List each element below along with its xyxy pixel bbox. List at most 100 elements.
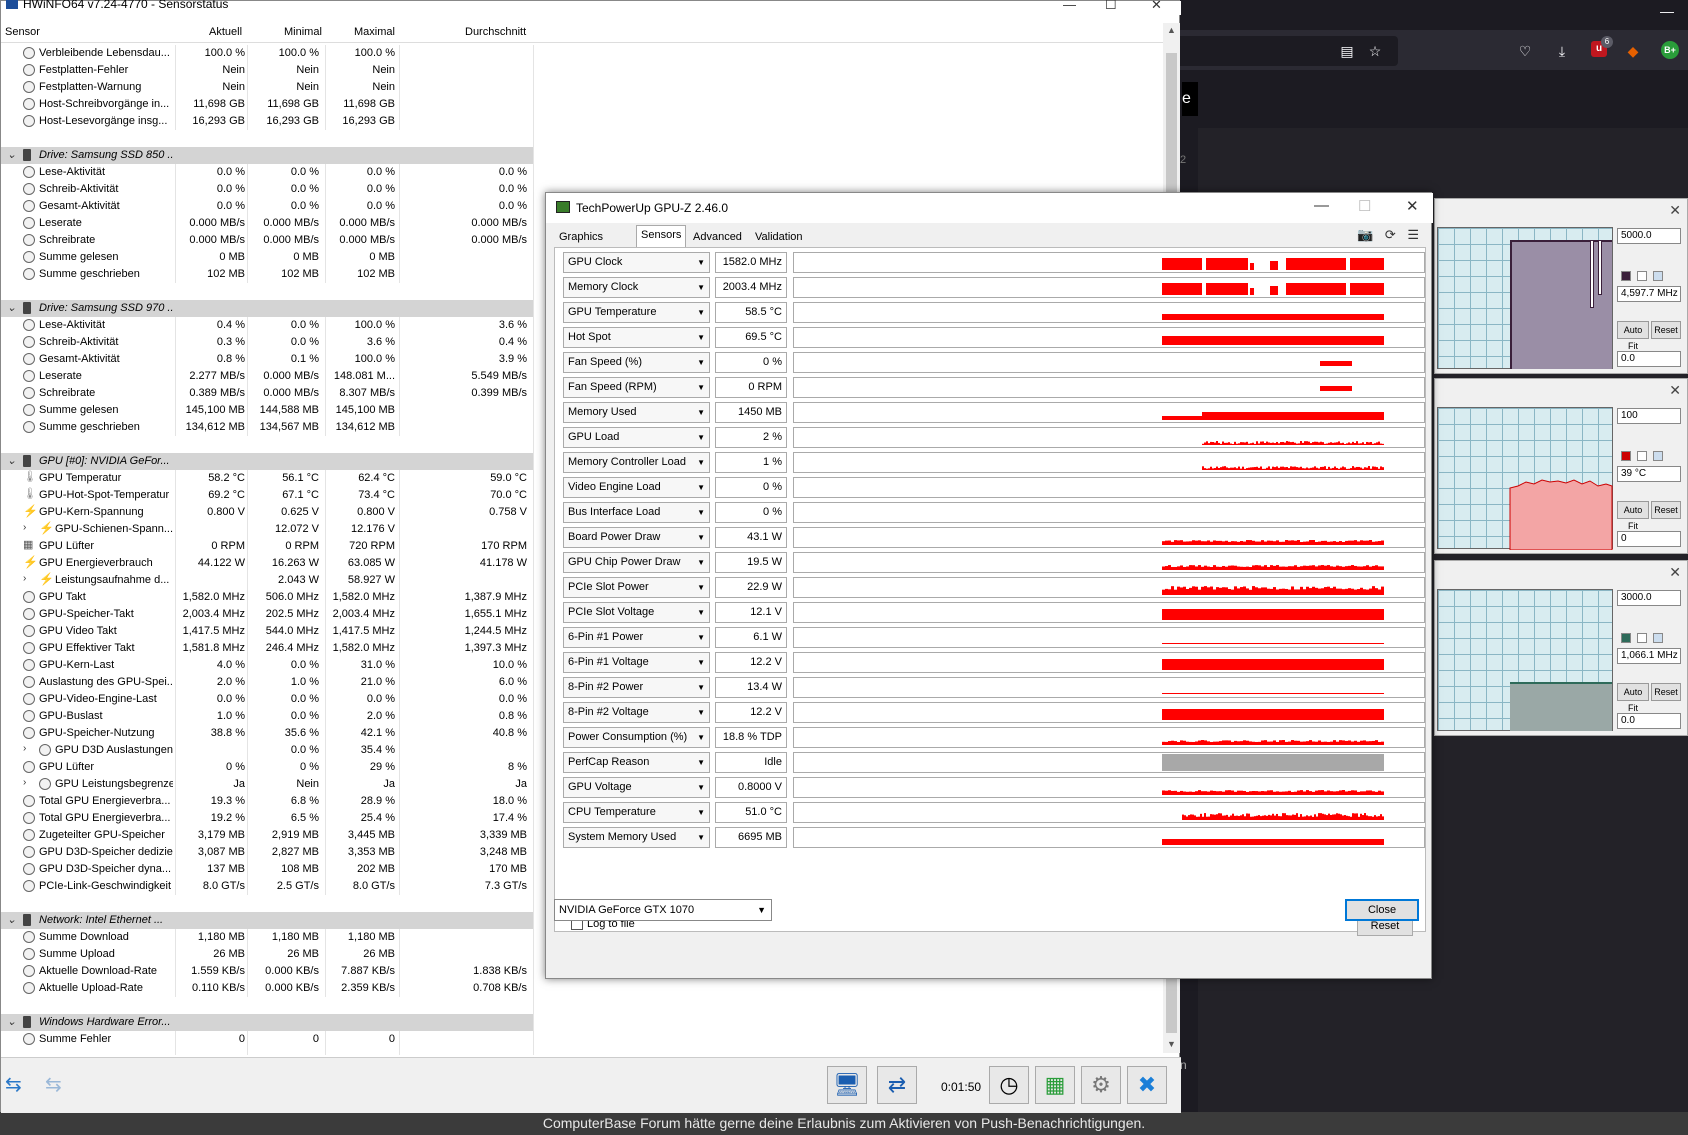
sensor-row[interactable]: 🌡 GPU-Hot-Spot-Temperatur 69.2 °C 67.1 °C 73…: [1, 487, 533, 504]
sensor-row[interactable]: GPU-Buslast 1.0 % 0.0 % 2.0 % 0.8 %: [1, 708, 533, 725]
add-report-icon[interactable]: ▦: [1035, 1066, 1075, 1104]
sensor-group-row[interactable]: ⌄ GPU [#0]: NVIDIA GeFor...: [1, 453, 533, 470]
col-avg[interactable]: Durchschnitt: [465, 26, 526, 38]
reset-button[interactable]: Reset: [1651, 501, 1681, 519]
chevron-right-icon[interactable]: ›: [23, 522, 26, 533]
option-checkbox[interactable]: [1637, 271, 1647, 281]
scroll-up-icon[interactable]: ▲: [1167, 25, 1176, 35]
sensor-label-dropdown[interactable]: System Memory Used ▼: [563, 827, 710, 848]
option-checkbox[interactable]: [1653, 271, 1663, 281]
downloads-icon[interactable]: ⤓: [1553, 42, 1571, 60]
sensor-row[interactable]: GPU Effektiver Takt 1,581.8 MHz 246.4 MHz 1…: [1, 640, 533, 657]
maximize-button[interactable]: ☐: [1358, 197, 1371, 215]
sensor-label-dropdown[interactable]: PCIe Slot Power ▼: [563, 577, 710, 598]
sensor-row[interactable]: GPU Takt 1,582.0 MHz 506.0 MHz 1,582.0 MHz 1…: [1, 589, 533, 606]
settings-gear-icon[interactable]: ⚙: [1081, 1066, 1121, 1104]
minimize-button[interactable]: —: [1063, 0, 1076, 12]
sensor-label-dropdown[interactable]: Bus Interface Load ▼: [563, 502, 710, 523]
sensor-row[interactable]: Summe Download 1,180 MB 1,180 MB 1,180 MB: [1, 929, 533, 946]
sensor-label-dropdown[interactable]: Hot Spot ▼: [563, 327, 710, 348]
auto-fit-button[interactable]: Auto Fit: [1617, 321, 1649, 351]
chevron-right-icon[interactable]: ›: [23, 777, 26, 788]
close-icon[interactable]: ✕: [1669, 382, 1681, 399]
sensor-row[interactable]: ▦ GPU Lüfter 0 RPM 0 RPM 720 RPM 170 RPM: [1, 538, 533, 555]
monitor-max-field[interactable]: 3000.0: [1617, 590, 1681, 606]
sensor-row[interactable]: Host-Lesevorgänge insg... 16,293 GB 16,293…: [1, 113, 533, 130]
sensor-row[interactable]: Summe geschrieben 102 MB 102 MB 102 MB: [1, 266, 533, 283]
sensor-label-dropdown[interactable]: Power Consumption (%) ▼: [563, 727, 710, 748]
reader-view-icon[interactable]: ▤: [1338, 42, 1356, 60]
network-share-icon[interactable]: ⇄: [877, 1066, 917, 1104]
tab-graphics-card[interactable]: Graphics Card: [554, 227, 608, 261]
close-x-icon[interactable]: ✖: [1127, 1066, 1167, 1104]
sensor-row[interactable]: Schreibrate 0.000 MB/s 0.000 MB/s 0.000 MB/…: [1, 232, 533, 249]
sensor-row[interactable]: Zugeteilter GPU-Speicher 3,179 MB 2,919 MB…: [1, 827, 533, 844]
sensor-label-dropdown[interactable]: Fan Speed (%) ▼: [563, 352, 710, 373]
monitor-min-field[interactable]: 0: [1617, 531, 1681, 547]
sensor-label-dropdown[interactable]: Memory Controller Load ▼: [563, 452, 710, 473]
sensor-row[interactable]: Summe Fehler 0 0 0: [1, 1031, 533, 1048]
monitor-min-field[interactable]: 0.0: [1617, 351, 1681, 367]
chevron-down-icon[interactable]: ⌄: [7, 148, 16, 161]
sensor-row[interactable]: GPU D3D-Speicher dyna... 137 MB 108 MB 202 …: [1, 861, 533, 878]
option-checkbox[interactable]: [1637, 633, 1647, 643]
sensor-label-dropdown[interactable]: GPU Temperature ▼: [563, 302, 710, 323]
color-swatch[interactable]: [1621, 633, 1631, 643]
tab-advanced[interactable]: Advanced: [688, 227, 747, 247]
option-checkbox[interactable]: [1653, 451, 1663, 461]
monitor-max-field[interactable]: 5000.0: [1617, 228, 1681, 244]
sensor-row[interactable]: GPU-Kern-Last 4.0 % 0.0 % 31.0 % 10.0 %: [1, 657, 533, 674]
color-swatch[interactable]: [1621, 451, 1631, 461]
sensor-label-dropdown[interactable]: GPU Load ▼: [563, 427, 710, 448]
close-button[interactable]: ✕: [1151, 0, 1162, 13]
sensor-row[interactable]: PCIe-Link-Geschwindigkeit 8.0 GT/s 2.5 GT/…: [1, 878, 533, 895]
sensor-row[interactable]: Verbleibende Lebensdau... 100.0 % 100.0 % 1…: [1, 45, 533, 62]
refresh-icon[interactable]: ⟳: [1385, 227, 1396, 242]
sensor-label-dropdown[interactable]: Memory Clock ▼: [563, 277, 710, 298]
pocket-icon[interactable]: ♡: [1516, 42, 1534, 60]
chevron-down-icon[interactable]: ⌄: [7, 301, 16, 314]
sensor-group-row[interactable]: ⌄ Windows Hardware Error...: [1, 1014, 533, 1031]
tab-validation[interactable]: Validation: [750, 227, 808, 247]
sensor-row[interactable]: › ⚡ Leistungsaufnahme d... 2.043 W 58.927 W: [1, 572, 533, 589]
page-side-button[interactable]: e: [1182, 82, 1198, 116]
minimize-button[interactable]: —: [1314, 197, 1329, 214]
sensor-label-dropdown[interactable]: GPU Voltage ▼: [563, 777, 710, 798]
sensor-row[interactable]: Auslastung des GPU-Spei... 2.0 % 1.0 % 21.0…: [1, 674, 533, 691]
col-current[interactable]: Aktuell: [209, 26, 242, 38]
close-button[interactable]: ✕: [1406, 197, 1419, 215]
sensor-label-dropdown[interactable]: Fan Speed (RPM) ▼: [563, 377, 710, 398]
sensor-label-dropdown[interactable]: Memory Used ▼: [563, 402, 710, 423]
sensor-group-row[interactable]: ⌄ Drive: Samsung SSD 970 ...: [1, 300, 533, 317]
sensor-row[interactable]: Summe geschrieben 134,612 MB 134,567 MB 134…: [1, 419, 533, 436]
option-checkbox[interactable]: [1637, 451, 1647, 461]
network-monitor-icon[interactable]: 🖥: [827, 1066, 867, 1104]
tab-sensors[interactable]: Sensors: [636, 225, 687, 247]
sensor-label-dropdown[interactable]: GPU Clock ▼: [563, 252, 710, 273]
monitor-min-field[interactable]: 0.0: [1617, 713, 1681, 729]
maximize-button[interactable]: ☐: [1105, 0, 1117, 13]
sensor-row[interactable]: Festplatten-Fehler Nein Nein Nein: [1, 62, 533, 79]
option-checkbox[interactable]: [1653, 633, 1663, 643]
auto-fit-button[interactable]: Auto Fit: [1617, 683, 1649, 713]
sensor-label-dropdown[interactable]: PCIe Slot Voltage ▼: [563, 602, 710, 623]
sensor-row[interactable]: Aktuelle Download-Rate 1.559 KB/s 0.000 KB…: [1, 963, 533, 980]
nav-arrows-icon[interactable]: ⇆: [45, 1072, 62, 1097]
sensor-label-dropdown[interactable]: 8-Pin #2 Power ▼: [563, 677, 710, 698]
col-min[interactable]: Minimal: [284, 26, 322, 38]
close-icon[interactable]: ✕: [1669, 202, 1681, 219]
sensor-label-dropdown[interactable]: Video Engine Load ▼: [563, 477, 710, 498]
camera-icon[interactable]: 📷: [1357, 227, 1373, 242]
sensor-label-dropdown[interactable]: GPU Chip Power Draw ▼: [563, 552, 710, 573]
col-sensor[interactable]: Sensor: [5, 26, 40, 38]
sensor-label-dropdown[interactable]: PerfCap Reason ▼: [563, 752, 710, 773]
sensor-row[interactable]: Schreib-Aktivität 0.0 % 0.0 % 0.0 % 0.0 %: [1, 181, 533, 198]
col-max[interactable]: Maximal: [354, 26, 395, 38]
sensor-row[interactable]: GPU Video Takt 1,417.5 MHz 544.0 MHz 1,417.…: [1, 623, 533, 640]
sensor-row[interactable]: Total GPU Energieverbra... 19.2 % 6.5 % 25.…: [1, 810, 533, 827]
fox-extension-icon[interactable]: ◆: [1624, 42, 1642, 60]
sensor-row[interactable]: GPU-Video-Engine-Last 0.0 % 0.0 % 0.0 % 0.0 …: [1, 691, 533, 708]
nav-arrows-icon[interactable]: ⇆: [5, 1072, 22, 1097]
browser-minimize-button[interactable]: —: [1660, 3, 1674, 19]
chevron-down-icon[interactable]: ⌄: [7, 1015, 16, 1028]
